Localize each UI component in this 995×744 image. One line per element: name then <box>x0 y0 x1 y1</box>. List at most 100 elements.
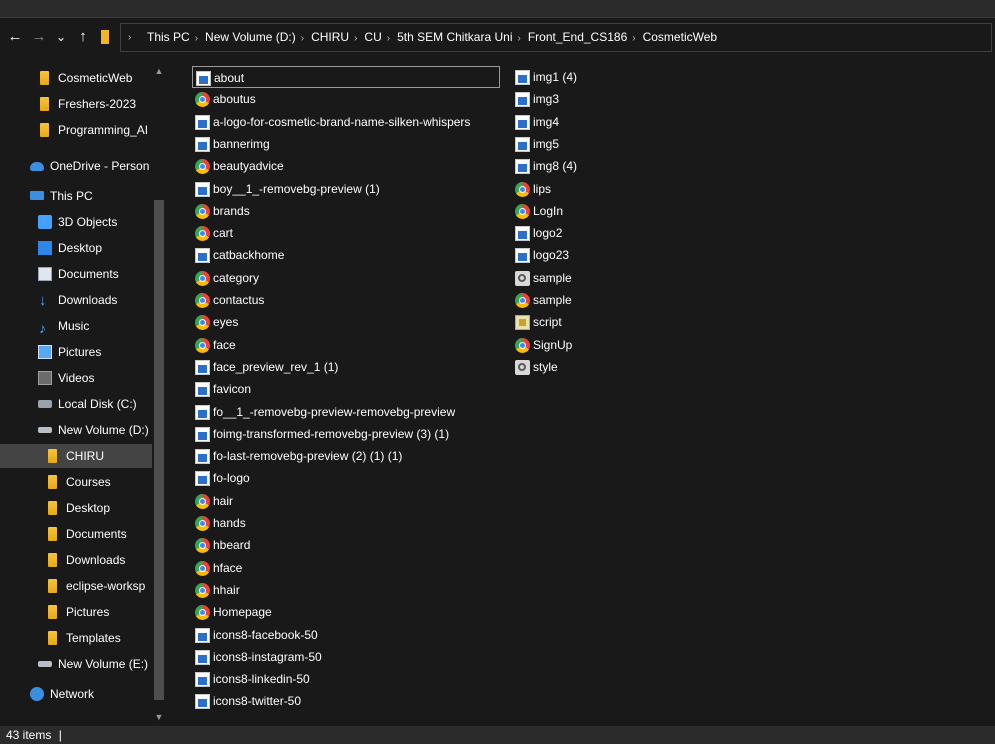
chevron-right-icon[interactable]: › <box>387 33 390 44</box>
chevron-right-icon[interactable]: › <box>354 33 357 44</box>
file-name: icons8-instagram-50 <box>213 649 322 664</box>
file-item[interactable]: hbeard <box>192 534 500 556</box>
file-item[interactable]: beautyadvice <box>192 155 500 177</box>
file-item[interactable]: fo-logo <box>192 467 500 489</box>
file-item[interactable]: face_preview_rev_1 (1) <box>192 356 500 378</box>
nav-item-cosmeticweb[interactable]: CosmeticWeb <box>0 66 152 90</box>
chevron-right-icon[interactable]: › <box>195 33 198 44</box>
breadcrumb-this-pc[interactable]: This PC <box>147 30 190 44</box>
file-item[interactable]: catbackhome <box>192 244 500 266</box>
chrome-html-icon <box>515 203 530 219</box>
nav-item-eclipse-worksp[interactable]: eclipse-worksp <box>0 574 152 598</box>
address-folder-button[interactable] <box>96 26 116 48</box>
file-item[interactable]: icons8-linkedin-50 <box>192 668 500 690</box>
breadcrumb-cosmeticweb[interactable]: CosmeticWeb <box>643 30 717 44</box>
nav-item-downloads[interactable]: Downloads <box>0 288 152 313</box>
scrollbar-thumb[interactable] <box>154 200 164 700</box>
file-item[interactable]: logo23 <box>512 244 662 266</box>
file-item[interactable]: fo-last-removebg-preview (2) (1) (1) <box>192 445 500 467</box>
file-item[interactable]: Homepage <box>192 601 500 623</box>
nav-item-3d-objects[interactable]: 3D Objects <box>0 210 152 234</box>
folder-icon <box>48 605 57 619</box>
nav-item-new-volume-e[interactable]: New Volume (E:) <box>0 652 152 676</box>
nav-item-desktop[interactable]: Desktop <box>0 236 152 260</box>
breadcrumb: This PC › New Volume (D:) › CHIRU › CU › 5th SEM… <box>147 24 717 51</box>
address-bar[interactable]: › This PC › New Volume (D:) › CHIRU › CU › 5th S… <box>120 23 992 52</box>
chevron-right-icon[interactable]: › <box>128 24 131 51</box>
file-name: aboutus <box>213 92 256 107</box>
file-item[interactable]: hface <box>192 557 500 579</box>
nav-item-courses[interactable]: Courses <box>0 470 152 494</box>
nav-item-videos[interactable]: Videos <box>0 366 152 390</box>
breadcrumb-chiru[interactable]: CHIRU <box>311 30 349 44</box>
nav-item-templates[interactable]: Templates <box>0 626 152 650</box>
file-item[interactable]: hands <box>192 512 500 534</box>
nav-item-chiru[interactable]: CHIRU <box>0 444 152 468</box>
file-item[interactable]: img5 <box>512 133 662 155</box>
file-item[interactable]: foimg-transformed-removebg-preview (3) (… <box>192 423 500 445</box>
chevron-right-icon[interactable]: › <box>632 33 635 44</box>
folder-icon <box>40 97 49 111</box>
chevron-right-icon[interactable]: › <box>518 33 521 44</box>
file-item[interactable]: face <box>192 334 500 356</box>
file-item[interactable]: img8 (4) <box>512 155 662 177</box>
file-item[interactable]: cart <box>192 222 500 244</box>
file-item[interactable]: about <box>192 66 500 88</box>
file-item[interactable]: img1 (4) <box>512 66 662 88</box>
nav-item-programming-ai[interactable]: Programming_AI <box>0 118 152 142</box>
file-item[interactable]: boy__1_-removebg-preview (1) <box>192 178 500 200</box>
file-item[interactable]: a-logo-for-cosmetic-brand-name-silken-wh… <box>192 111 500 133</box>
nav-item-local-disk-c[interactable]: Local Disk (C:) <box>0 392 152 416</box>
navigation-scrollbar[interactable]: ▲ ▼ <box>152 60 166 726</box>
file-item[interactable]: icons8-twitter-50 <box>192 690 500 712</box>
folder-icon <box>48 527 57 541</box>
nav-item-documents[interactable]: Documents <box>0 262 152 286</box>
nav-item-pictures[interactable]: Pictures <box>0 600 152 624</box>
recent-locations-button[interactable]: ⌄ <box>50 26 72 48</box>
nav-item-desktop[interactable]: Desktop <box>0 496 152 520</box>
file-item[interactable]: SignUp <box>512 334 662 356</box>
file-item[interactable]: hair <box>192 490 500 512</box>
file-item[interactable]: aboutus <box>192 88 500 110</box>
file-item[interactable]: bannerimg <box>192 133 500 155</box>
nav-item-network[interactable]: Network <box>0 682 152 706</box>
scroll-down-icon[interactable]: ▼ <box>152 710 166 724</box>
nav-item-music[interactable]: Music <box>0 314 152 340</box>
file-item[interactable]: logo2 <box>512 222 662 244</box>
chevron-right-icon[interactable]: › <box>301 33 304 44</box>
file-item[interactable]: fo__1_-removebg-preview-removebg-preview <box>192 401 500 423</box>
file-item[interactable]: favicon <box>192 378 500 400</box>
css-file-icon <box>515 359 530 375</box>
file-item[interactable]: img3 <box>512 88 662 110</box>
breadcrumb-cu[interactable]: CU <box>364 30 381 44</box>
breadcrumb-front-end[interactable]: Front_End_CS186 <box>528 30 627 44</box>
file-item[interactable]: contactus <box>192 289 500 311</box>
up-button[interactable]: ↑ <box>72 26 94 48</box>
file-item[interactable]: category <box>192 267 500 289</box>
network-icon <box>30 687 44 701</box>
nav-item-downloads[interactable]: Downloads <box>0 548 152 572</box>
file-item[interactable]: sample <box>512 289 662 311</box>
file-item[interactable]: sample <box>512 267 662 289</box>
file-item[interactable]: lips <box>512 178 662 200</box>
file-item[interactable]: icons8-instagram-50 <box>192 646 500 668</box>
nav-item-freshers-2023[interactable]: Freshers-2023 <box>0 92 152 116</box>
file-item[interactable]: eyes <box>192 311 500 333</box>
file-item[interactable]: style <box>512 356 662 378</box>
breadcrumb-5th-sem[interactable]: 5th SEM Chitkara Uni <box>397 30 512 44</box>
nav-item-this-pc[interactable]: This PC <box>0 184 152 208</box>
forward-button[interactable]: → <box>28 26 50 48</box>
file-item[interactable]: LogIn <box>512 200 662 222</box>
file-item[interactable]: img4 <box>512 111 662 133</box>
file-item[interactable]: hhair <box>192 579 500 601</box>
nav-item-pictures[interactable]: Pictures <box>0 340 152 364</box>
nav-item-new-volume-d[interactable]: New Volume (D:) <box>0 418 152 442</box>
file-item[interactable]: brands <box>192 200 500 222</box>
nav-item-onedrive-person[interactable]: OneDrive - Person <box>0 154 152 178</box>
file-item[interactable]: icons8-facebook-50 <box>192 624 500 646</box>
breadcrumb-new-volume-d[interactable]: New Volume (D:) <box>205 30 296 44</box>
back-button[interactable]: ← <box>4 26 26 48</box>
nav-item-documents[interactable]: Documents <box>0 522 152 546</box>
scroll-up-icon[interactable]: ▲ <box>152 64 166 78</box>
file-item[interactable]: script <box>512 311 662 333</box>
